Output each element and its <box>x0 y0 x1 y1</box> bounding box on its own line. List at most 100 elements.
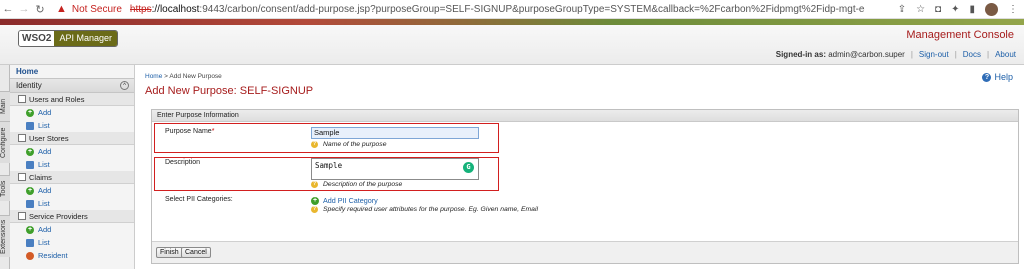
forward-arrow-icon[interactable]: → <box>16 0 32 19</box>
breadcrumb-home[interactable]: Home <box>145 73 162 80</box>
help-label: Help <box>994 72 1013 82</box>
app-header: WSO2 API Manager Management Console Sign… <box>0 19 1024 65</box>
sidebar-group-user-stores: User Stores <box>10 132 134 145</box>
form-actions: Finish Cancel <box>152 241 1018 263</box>
add-icon: + <box>26 147 34 156</box>
sidebar-item-users-list[interactable]: List <box>10 119 134 132</box>
share-icon[interactable]: ⇪ <box>898 4 906 15</box>
header-decorative-band <box>0 19 1024 25</box>
pii-hint: ? Specify required user attributes for th… <box>311 206 538 213</box>
page-title: Add New Purpose: SELF-SIGNUP <box>145 85 314 97</box>
sidebar-group-users-roles: Users and Roles <box>10 93 134 106</box>
add-pii-category-link[interactable]: + Add PII Category <box>311 196 378 205</box>
description-textarea[interactable]: Sample G <box>311 158 479 180</box>
purpose-name-label: Purpose Name* <box>165 128 215 135</box>
sidebar-item-users-add[interactable]: + Add <box>10 106 134 119</box>
sidebar-item-sp-add[interactable]: + Add <box>10 223 134 236</box>
sidebar-item-userstores-list[interactable]: List <box>10 158 134 171</box>
sidebar-item-sp-resident[interactable]: Resident <box>10 249 134 262</box>
sidebar-section-identity[interactable]: Identity ^ <box>10 78 134 93</box>
security-label: Not Secure <box>71 3 122 15</box>
database-icon <box>18 134 26 142</box>
reload-icon[interactable]: ↻ <box>32 0 48 19</box>
collapse-icon[interactable]: ^ <box>120 81 129 90</box>
sidebar-home-link[interactable]: Home <box>10 65 134 78</box>
tab-configure[interactable]: Configure <box>0 121 10 163</box>
sign-out-link[interactable]: Sign-out <box>919 50 949 59</box>
tab-main[interactable]: Main <box>0 91 10 121</box>
service-provider-icon <box>18 212 26 220</box>
breadcrumb: Home > Add New Purpose <box>145 73 222 80</box>
item-label: Add <box>38 108 52 117</box>
url-host: ://localhost <box>151 3 200 15</box>
sidebar-item-userstores-add[interactable]: + Add <box>10 145 134 158</box>
claims-icon <box>18 173 26 181</box>
console-title: Management Console <box>906 29 1014 41</box>
info-icon: ? <box>311 141 318 148</box>
add-icon: + <box>26 225 34 234</box>
description-hint: ? Description of the purpose <box>311 181 402 188</box>
item-label: List <box>38 121 50 130</box>
address-bar[interactable]: https://localhost:9443/carbon/consent/ad… <box>130 4 865 15</box>
add-icon: + <box>26 108 34 117</box>
bookmark-star-icon[interactable]: ☆ <box>916 4 925 15</box>
user-bar: Signed-in as: admin@carbon.super | Sign-… <box>775 50 1016 59</box>
main-content: Home > Add New Purpose ? Help Add New Pu… <box>136 65 1024 269</box>
product-logo[interactable]: WSO2 API Manager <box>18 30 118 47</box>
breadcrumb-current: Add New Purpose <box>169 73 222 80</box>
group-title: User Stores <box>29 133 69 143</box>
item-label: Add <box>38 225 52 234</box>
hint-text: Specify required user attributes for the… <box>323 206 538 213</box>
product-name: API Manager <box>54 31 117 46</box>
add-pii-label: Add PII Category <box>323 196 378 205</box>
users-icon <box>18 95 26 103</box>
item-label: Add <box>38 147 52 156</box>
profile-avatar[interactable] <box>985 3 998 16</box>
add-icon: + <box>26 186 34 195</box>
about-link[interactable]: About <box>995 50 1016 59</box>
grammarly-icon[interactable]: G <box>463 162 474 173</box>
user-name: admin@carbon.super <box>828 50 905 59</box>
sidebar-item-claims-add[interactable]: + Add <box>10 184 134 197</box>
help-link[interactable]: ? Help <box>982 72 1013 82</box>
menu-kebab-icon[interactable]: ⋮ <box>1008 4 1018 15</box>
cancel-button[interactable]: Cancel <box>181 247 211 258</box>
info-icon: ? <box>311 181 318 188</box>
pii-categories-label: Select PII Categories: <box>165 196 233 203</box>
add-icon: + <box>311 196 319 205</box>
tab-tools[interactable]: Tools <box>0 175 10 201</box>
sidebar-group-claims: Claims <box>10 171 134 184</box>
sidebar-item-sp-list[interactable]: List <box>10 236 134 249</box>
list-icon <box>26 121 34 130</box>
description-label: Description <box>165 159 201 166</box>
vertical-tabs: Main Configure Tools Extensions <box>0 65 10 269</box>
purpose-form-panel: Enter Purpose Information Purpose Name* … <box>151 109 1019 264</box>
back-arrow-icon[interactable]: ← <box>0 0 16 19</box>
tab-extensions[interactable]: Extensions <box>0 215 10 257</box>
sidebar-icon[interactable]: ▮ <box>969 4 975 15</box>
purpose-name-hint: ? Name of the purpose <box>311 141 386 148</box>
finish-button[interactable]: Finish <box>156 247 183 258</box>
purpose-name-input[interactable]: Sample <box>311 127 479 139</box>
browser-toolbar: ← → ↻ ▲ Not Secure https://localhost:944… <box>0 0 1024 19</box>
sidebar: Home Identity ^ Users and Roles + Add Lis… <box>10 65 135 269</box>
panel-title: Enter Purpose Information <box>152 110 1018 122</box>
hint-text: Name of the purpose <box>323 141 387 148</box>
docs-link[interactable]: Docs <box>963 50 981 59</box>
list-icon <box>26 199 34 208</box>
sidebar-item-claims-list[interactable]: List <box>10 197 134 210</box>
required-marker: * <box>211 128 215 135</box>
group-title: Claims <box>29 172 52 182</box>
group-title: Users and Roles <box>29 94 85 104</box>
group-title: Service Providers <box>29 211 88 221</box>
list-icon <box>26 160 34 169</box>
hint-text: Description of the purpose <box>323 181 403 188</box>
extensions-icon[interactable]: ✦ <box>951 4 959 15</box>
sidebar-group-service-providers: Service Providers <box>10 210 134 223</box>
security-indicator[interactable]: ▲ Not Secure <box>56 3 122 15</box>
camera-icon[interactable]: ◘ <box>935 4 941 15</box>
info-icon: ? <box>311 206 318 213</box>
url-path: :9443/carbon/consent/add-purpose.jsp?pur… <box>199 3 865 15</box>
item-label: List <box>38 160 50 169</box>
warning-icon: ▲ <box>56 3 67 15</box>
